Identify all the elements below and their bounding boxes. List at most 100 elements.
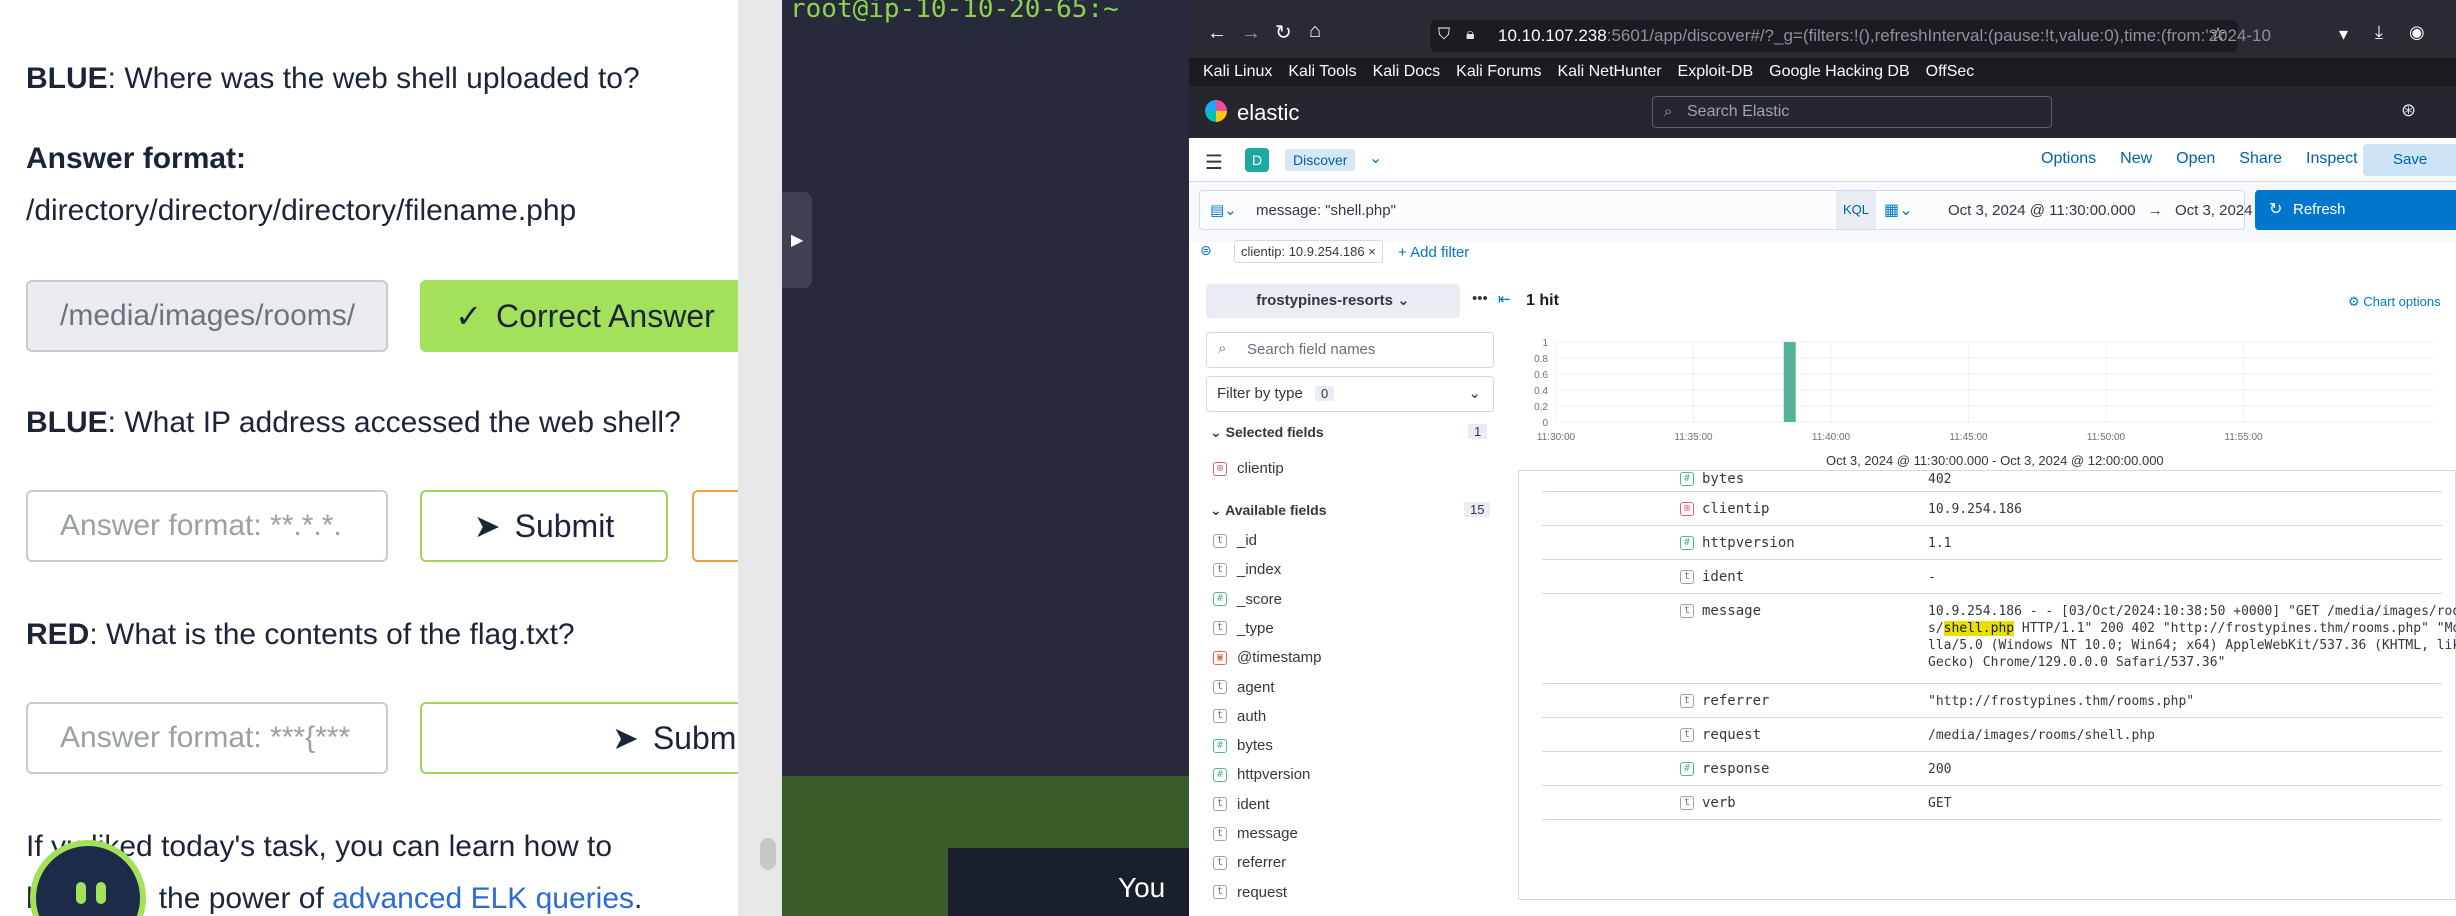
query-input[interactable]: ▤⌄ message: "shell.php" KQL ▦⌄ Oct 3, 20… [1199, 190, 2364, 230]
field-item[interactable]: # httpversion [1213, 766, 1310, 783]
menu-item-share[interactable]: Share [2239, 150, 2282, 168]
field-item[interactable]: t _index [1213, 561, 1281, 578]
field-name: clientip [1237, 460, 1284, 477]
field-item[interactable]: # bytes [1213, 737, 1273, 754]
bookmark-item[interactable]: Kali NetHunter [1558, 63, 1662, 81]
reload-icon[interactable]: ↻ [1275, 20, 1292, 45]
answer-input-3[interactable]: Answer format: ***{*** [26, 702, 388, 774]
bookmark-item[interactable]: Exploit-DB [1678, 63, 1754, 81]
field-item[interactable]: t message [1213, 825, 1298, 842]
bookmark-item[interactable]: Kali Forums [1456, 63, 1541, 81]
filter-pill-label: clientip: 10.9.254.186 [1241, 244, 1365, 259]
field-search-input[interactable]: Search field names [1206, 332, 1494, 368]
space-avatar[interactable]: D [1245, 148, 1269, 172]
chevron-down-icon: ⌄ [1468, 385, 1481, 402]
selected-fields-header[interactable]: ⌄ Selected fields [1210, 424, 1324, 441]
add-filter-link[interactable]: + Add filter [1398, 244, 1469, 261]
document-field-key: t verb [1680, 795, 1736, 811]
calendar-icon[interactable]: ▦⌄ [1884, 200, 1913, 220]
top-menu: Options New Open Share Inspect [2041, 150, 2358, 168]
document-field-value: - [1928, 570, 1936, 585]
saved-query-icon[interactable]: ▤⌄ [1210, 201, 1237, 219]
field-type-icon: t [1213, 562, 1227, 577]
elk-queries-link[interactable]: advanced ELK queries [332, 882, 634, 915]
elastic-search-input[interactable]: Search Elastic [1652, 96, 2052, 128]
filter-pill[interactable]: clientip: 10.9.254.186 × [1234, 240, 1383, 263]
close-icon[interactable]: × [1368, 244, 1376, 259]
document-field-value: /media/images/rooms/shell.php [1928, 728, 2155, 743]
account-icon[interactable]: ◉ [2409, 22, 2425, 43]
bookmark-item[interactable]: Kali Tools [1288, 63, 1356, 81]
answer-input-2[interactable]: Answer format: **.*.*. [26, 490, 388, 562]
answer-input-1[interactable]: /media/images/rooms/ [26, 280, 388, 352]
filter-icon[interactable]: ⊜ [1200, 242, 1212, 259]
split-handle[interactable]: ▶ [782, 192, 812, 288]
y-tick-label: 1 [1542, 338, 1548, 349]
bookmark-item[interactable]: Google Hacking DB [1769, 63, 1910, 81]
collapse-icon[interactable]: ⇤ [1498, 290, 1511, 308]
bookmark-item[interactable]: Kali Docs [1373, 63, 1441, 81]
menu-item-open[interactable]: Open [2176, 150, 2215, 168]
more-options-icon[interactable]: ••• [1472, 290, 1488, 307]
index-pattern-selector[interactable]: frostypines-resorts ⌄ [1206, 284, 1460, 318]
forward-icon[interactable]: → [1241, 22, 1261, 45]
submit-button[interactable]: ➤ Submit [420, 490, 668, 562]
popup-text: You [1118, 872, 1166, 903]
field-item[interactable]: t _type [1213, 620, 1274, 637]
bookmark-item[interactable]: Kali Linux [1203, 63, 1272, 81]
submit-button-2[interactable]: ➤ Submi [420, 702, 738, 774]
field-name: message [1237, 825, 1298, 842]
download-icon[interactable]: ⤓ [2375, 22, 2383, 43]
scrollbar-thumb[interactable] [760, 838, 776, 870]
field-item[interactable]: t ident [1213, 796, 1270, 813]
document-field-key: t referrer [1680, 693, 1769, 709]
chart-options-link[interactable]: ⚙ Chart options [2348, 294, 2441, 310]
document-field-value: "http://frostypines.thm/rooms.php" [1928, 694, 2195, 709]
field-type-icon: # [1213, 592, 1227, 607]
answer-format-value: /directory/directory/directory/filename.… [26, 194, 577, 227]
home-icon[interactable]: ⌂ [1309, 20, 1321, 43]
field-item[interactable]: ⊞ clientip [1213, 460, 1284, 477]
field-name: request [1237, 883, 1288, 901]
field-type-icon: ⊞ [1680, 502, 1694, 516]
chevron-down-icon[interactable]: ⌄ [1369, 148, 1382, 168]
hint-button[interactable] [692, 490, 738, 562]
field-item[interactable]: # _score [1213, 591, 1282, 608]
question-text: : What IP address accessed the web shell… [107, 406, 681, 439]
field-item[interactable]: ▣ @timestamp [1213, 649, 1321, 666]
menu-icon[interactable]: ☰ [1205, 150, 1223, 175]
elastic-logo-icon[interactable] [1205, 100, 1227, 122]
help-icon[interactable]: ⊛ [2401, 100, 2416, 121]
bookmarks-bar: Kali Linux Kali Tools Kali Docs Kali Forums… [1189, 58, 2456, 86]
histogram-chart[interactable]: 1 0.8 0.6 0.4 0.2 0 11:30:00 11:35:00 11:40:00 11… [1526, 330, 2446, 470]
menu-item-new[interactable]: New [2120, 150, 2152, 168]
breadcrumb[interactable]: Discover [1285, 149, 1356, 171]
refresh-icon: ↻ [2269, 201, 2283, 218]
task-panel: BLUE: Where was the web shell uploaded t… [0, 0, 738, 916]
terminal-window[interactable] [782, 0, 1189, 776]
field-item[interactable]: t auth [1213, 708, 1266, 725]
kql-toggle[interactable]: KQL [1836, 191, 1876, 229]
back-icon[interactable]: ← [1207, 22, 1227, 45]
field-item[interactable]: t request [1213, 884, 1287, 901]
document-field-key: # response [1680, 761, 1769, 777]
field-item[interactable]: t referrer [1213, 854, 1286, 871]
arrow-icon: → [2147, 202, 2163, 219]
field-name: referrer [1237, 854, 1287, 872]
menu-item-options[interactable]: Options [2041, 150, 2096, 168]
filter-by-type[interactable]: Filter by type 0 ⌄ [1206, 376, 1494, 412]
pocket-icon[interactable]: ▾ [2339, 24, 2348, 45]
app-name: elastic [1237, 100, 1300, 125]
histogram-bar[interactable] [1783, 342, 1796, 422]
available-fields-header[interactable]: ⌄ Available fields [1210, 502, 1327, 519]
menu-item-inspect[interactable]: Inspect [2306, 150, 2358, 168]
refresh-button[interactable]: Refresh [2255, 190, 2456, 230]
field-item[interactable]: t agent [1213, 679, 1275, 696]
field-name: ident [1237, 795, 1270, 813]
field-item[interactable]: t _id [1213, 532, 1257, 549]
save-button[interactable]: Save [2363, 144, 2456, 176]
field-type-icon: t [1213, 885, 1227, 900]
document-field-row [1542, 752, 2442, 786]
correct-answer-button[interactable]: ✓ Correct Answer [420, 280, 738, 352]
bookmark-item[interactable]: OffSec [1926, 63, 1975, 81]
